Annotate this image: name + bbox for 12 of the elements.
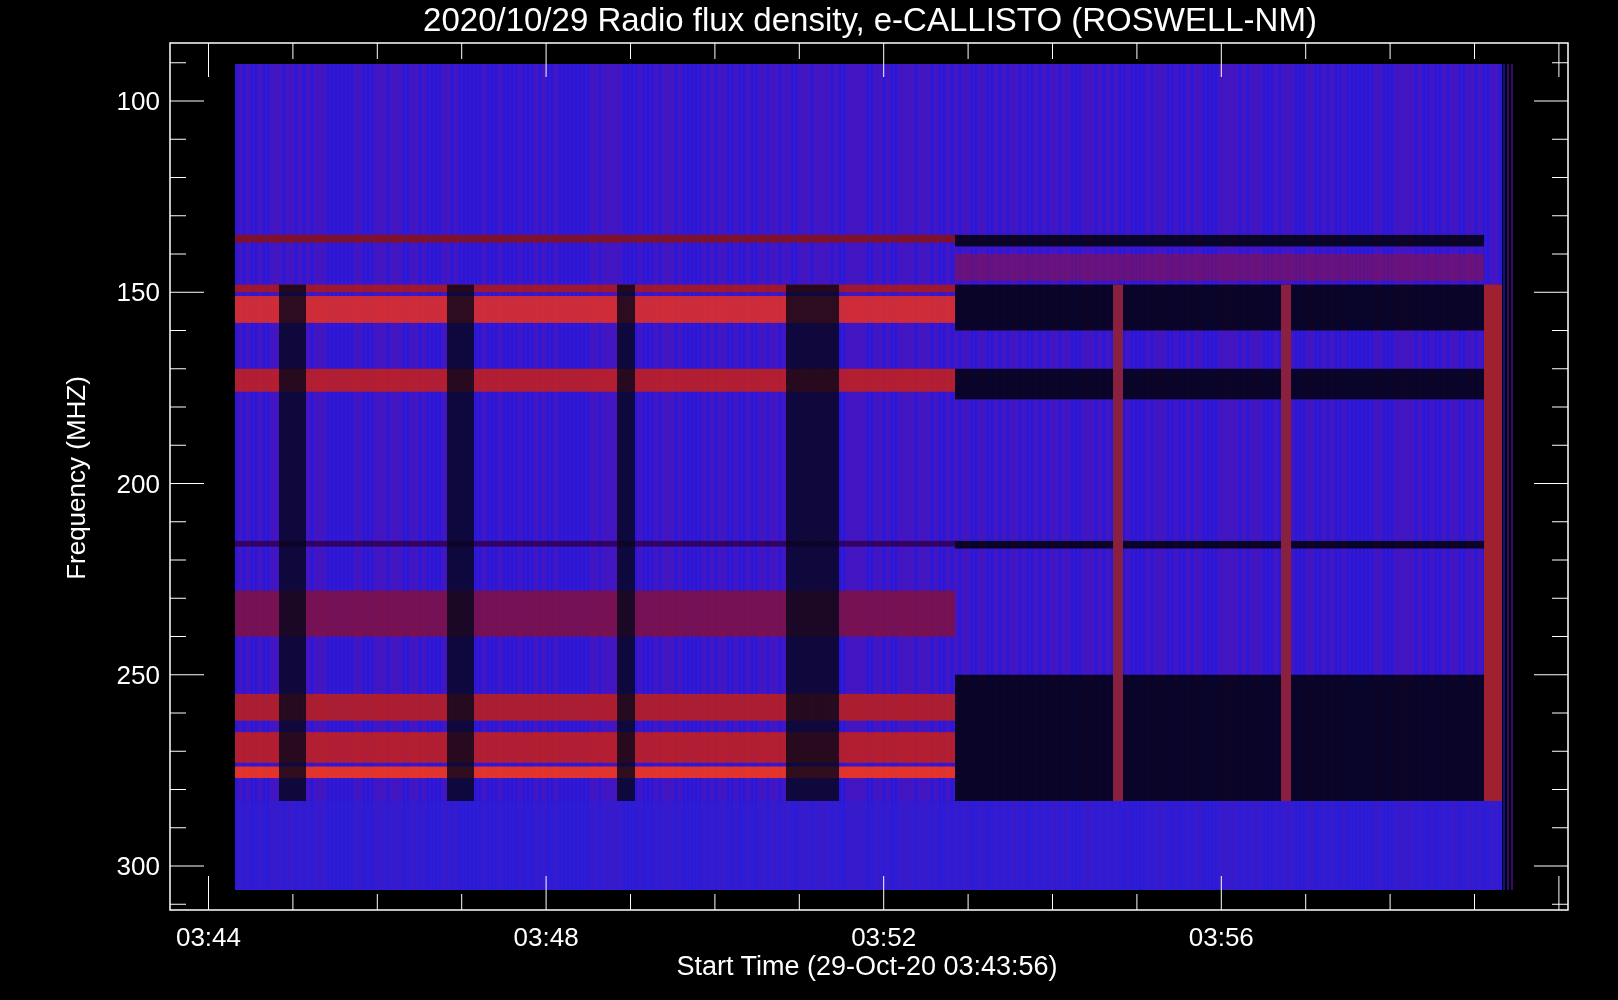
y-tick-label: 200 bbox=[116, 468, 160, 499]
y-tick-label: 100 bbox=[116, 86, 160, 116]
x-axis-label: Start Time (29-Oct-20 03:43:56) bbox=[676, 951, 1058, 981]
x-tick-label: 03:48 bbox=[513, 922, 579, 952]
y-tick-label: 250 bbox=[116, 659, 160, 690]
y-tick-label: 300 bbox=[116, 851, 160, 881]
x-tick-label: 03:52 bbox=[851, 922, 917, 952]
y-tick-label: 150 bbox=[116, 277, 160, 308]
plot-title: 2020/10/29 Radio flux density, e-CALLISTO (ROSWELL-NM) bbox=[423, 1, 1317, 38]
x-tick-label: 03:56 bbox=[1188, 922, 1254, 952]
y-axis-label: Frequency (MHZ) bbox=[61, 376, 91, 580]
x-tick-label: 03:44 bbox=[175, 922, 242, 952]
